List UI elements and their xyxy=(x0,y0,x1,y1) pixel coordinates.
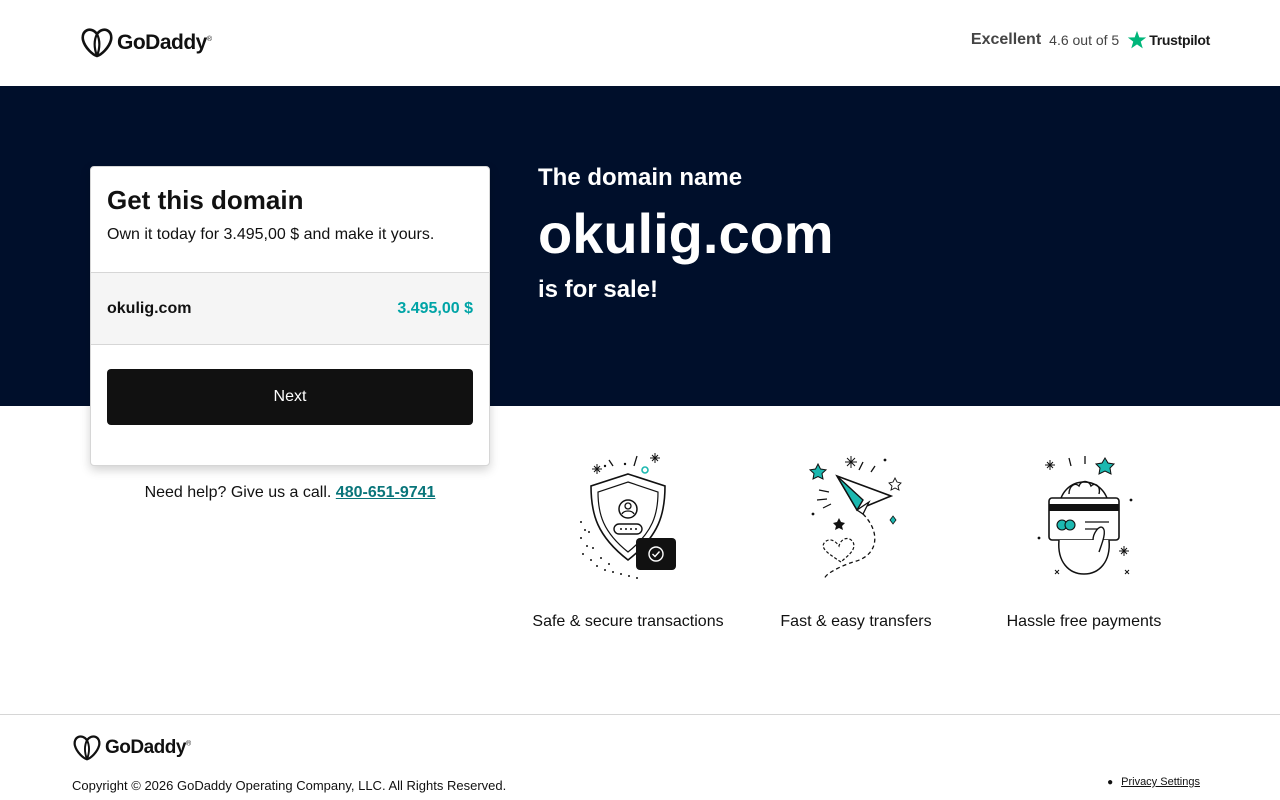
next-button[interactable]: Next xyxy=(107,369,473,425)
feature-label-transfers: Fast & easy transfers xyxy=(780,613,932,630)
secure-shield-icon xyxy=(580,453,676,579)
help-line: Need help? Give us a call. 480-651-9741 xyxy=(90,484,490,502)
godaddy-logo-icon xyxy=(73,735,101,761)
paper-plane-icon xyxy=(808,456,902,579)
footer-logo-wordmark: GoDaddy® xyxy=(105,737,191,758)
privacy-settings-link[interactable]: Privacy Settings xyxy=(1121,776,1200,788)
row-price: 3.495,00 $ xyxy=(397,300,473,317)
trustpilot-brand-label: Trustpilot xyxy=(1149,32,1210,48)
godaddy-logo[interactable]: GoDaddy® xyxy=(81,28,212,58)
site-header: GoDaddy® Excellent 4.6 out of 5 Trustpil… xyxy=(0,0,1280,86)
purchase-card: Get this domain Own it today for 3.495,0… xyxy=(90,166,490,466)
card-payment-icon xyxy=(1037,456,1133,575)
godaddy-logo-icon xyxy=(81,28,113,58)
footer-divider xyxy=(0,714,1280,715)
feature-label-secure: Safe & secure transactions xyxy=(532,613,724,630)
help-text: Need help? Give us a call. xyxy=(144,484,332,501)
trustpilot-rating-word: Excellent xyxy=(970,31,1042,48)
hero-line-2: is for sale! xyxy=(538,276,659,303)
hero-domain-name: okulig.com xyxy=(538,202,834,265)
footer-godaddy-logo[interactable]: GoDaddy® xyxy=(73,735,191,761)
copyright-text: Copyright © 2026 GoDaddy Operating Compa… xyxy=(72,778,507,793)
row-domain-name: okulig.com xyxy=(107,300,192,317)
logo-wordmark: GoDaddy® xyxy=(117,31,212,54)
trustpilot-rating[interactable]: Excellent 4.6 out of 5 Trustpilot xyxy=(971,30,1210,50)
card-title: Get this domain xyxy=(107,185,304,215)
feature-label-payments: Hassle free payments xyxy=(1006,613,1162,630)
trustpilot-score: 4.6 out of 5 xyxy=(1049,32,1120,48)
bullet-icon: ● xyxy=(1107,776,1114,788)
hero-line-1: The domain name xyxy=(538,164,743,191)
card-description: Own it today for 3.495,00 $ and make it … xyxy=(107,226,435,243)
domain-price-row: okulig.com 3.495,00 $ xyxy=(91,272,489,345)
phone-link[interactable]: 480-651-9741 xyxy=(336,484,436,501)
trustpilot-brand: Trustpilot xyxy=(1127,30,1210,50)
privacy-settings: ● Privacy Settings xyxy=(1107,776,1200,788)
trustpilot-star-icon xyxy=(1128,30,1147,49)
